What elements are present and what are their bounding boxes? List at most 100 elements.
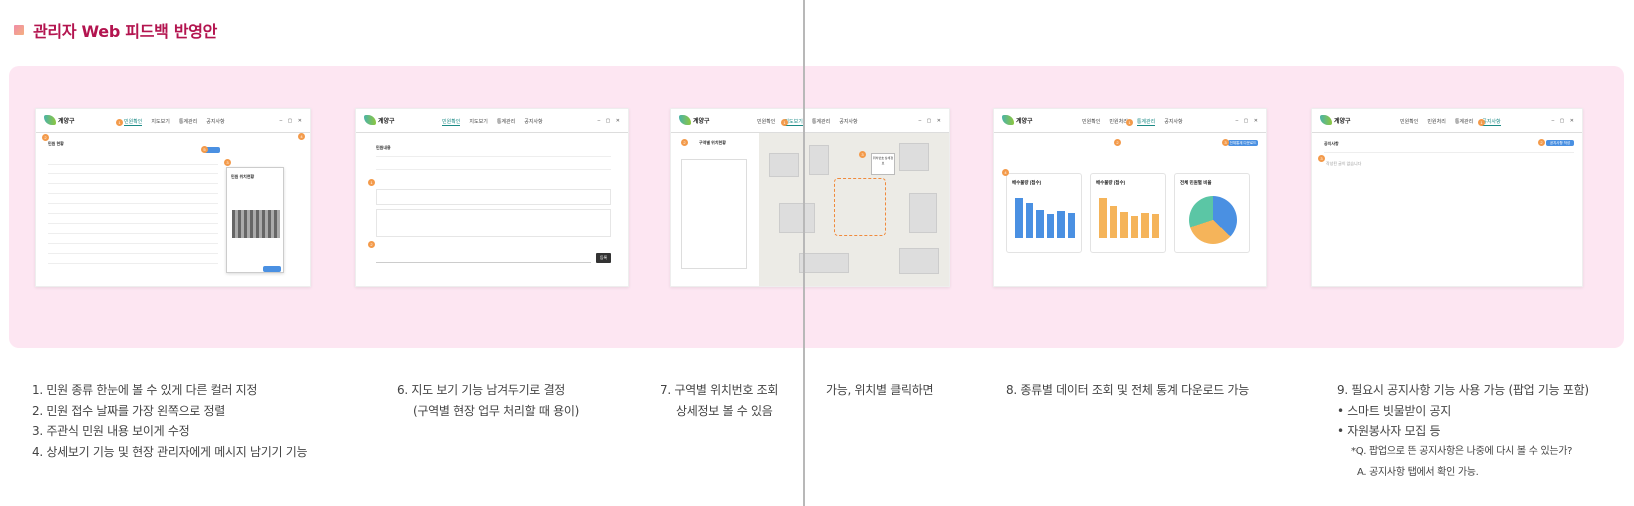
notes-col-3: 7. 구역별 위치번호 조회 상세정보 볼 수 있음 [660, 380, 778, 421]
tab-map[interactable]: 지도보기 [151, 118, 169, 126]
notes-col-3b: 가능, 위치별 클릭하면 [826, 380, 934, 401]
logo-text: 계양구 [378, 118, 395, 125]
bar [1130, 215, 1138, 238]
tab-notice[interactable]: 공지사항 [524, 118, 542, 126]
badge-5: 5 [201, 146, 208, 153]
logo-mark-icon [364, 115, 376, 125]
notes-col-5-qa: *Q. 팝업으로 뜬 공지사항은 나중에 다시 볼 수 있는가? A. 공지사항… [1351, 442, 1572, 483]
bar [1036, 210, 1044, 238]
note-line: 9. 필요시 공지사항 기능 사용 가능 (팝업 기능 포함) [1337, 383, 1589, 397]
bar [1109, 206, 1117, 238]
location-callout: 위치번호 상세정보 [871, 153, 895, 175]
logo: 계양구 [364, 115, 395, 125]
site-photo [232, 210, 280, 238]
badge-2: 2 [1114, 139, 1121, 146]
note-line: 상세정보 볼 수 있음 [676, 403, 773, 418]
screen-notice: 계양구 민원확인 민원처리 통계관리 공지사항 – ▢ ✕ 1 공지사항 2 공… [1311, 108, 1583, 287]
tab-notice[interactable]: 공지사항 [1164, 118, 1182, 126]
logo: 계양구 [679, 115, 710, 125]
note-line: (구역별 현장 업무 처리할 때 용이) [413, 403, 579, 418]
badge-4: 4 [298, 133, 305, 140]
window-controls[interactable]: – ▢ ✕ [1552, 118, 1576, 124]
logo-text: 계양구 [693, 118, 710, 125]
message-input[interactable] [376, 255, 591, 263]
badge-3: 3 [1222, 139, 1229, 146]
bar-chart-2 [1099, 198, 1159, 238]
chart-card-3: 전체 민원별 비율 [1174, 173, 1250, 253]
list-title: 구역별 위치현황 [699, 140, 726, 145]
nav: 민원확인 지도보기 통계관리 공지사항 [124, 118, 225, 126]
badge-4: 4 [1002, 169, 1009, 176]
bar [1046, 214, 1054, 238]
screen-complaint-list: 계양구 민원확인 지도보기 통계관리 공지사항 – ▢ ✕ 1 2 3 4 5 … [35, 108, 311, 287]
tab-complaints[interactable]: 민원확인 [124, 118, 143, 126]
tab-stats[interactable]: 통계관리 [179, 118, 197, 126]
note-line: 1. 민원 종류 한눈에 볼 수 있게 다른 컬러 지정 [32, 383, 258, 397]
map-view[interactable]: 위치번호 상세정보 3 [759, 133, 949, 286]
bar [1120, 212, 1128, 238]
tab-map[interactable]: 지도보기 [469, 118, 487, 126]
window-controls[interactable]: – ▢ ✕ [598, 118, 622, 124]
badge-2: 2 [1538, 139, 1545, 146]
nav: 민원확인 지도보기 통계관리 공지사항 [442, 118, 543, 126]
badge-3: 3 [859, 151, 866, 158]
tab-complaints[interactable]: 민원확인 [442, 118, 461, 126]
write-notice-button[interactable]: 공지사항 작성 [1546, 140, 1574, 146]
logo: 계양구 [1002, 115, 1033, 125]
bar [1099, 198, 1107, 238]
card-title: 전체 민원별 비율 [1180, 180, 1212, 185]
topbar: 계양구 민원확인 민원처리 통계관리 공지사항 – ▢ ✕ [1312, 109, 1582, 133]
topbar: 계양구 민원확인 지도보기 통계관리 공지사항 – ▢ ✕ [671, 109, 949, 133]
notes-col-5: 9. 필요시 공지사항 기능 사용 가능 (팝업 기능 포함) • 스마트 빗물… [1337, 380, 1589, 442]
logo-text: 계양구 [58, 118, 75, 125]
tab-complaints[interactable]: 민원확인 [757, 118, 775, 126]
chart-card-1: 배수불량 (접수) [1006, 173, 1082, 253]
tab-process[interactable]: 민원처리 [1427, 118, 1445, 126]
note-line: 4. 상세보기 기능 및 현장 관리자에게 메시지 남기기 기능 [32, 444, 308, 459]
popup-title: 민원 위치현황 [231, 174, 255, 179]
content-textarea[interactable] [376, 209, 611, 237]
note-line: 7. 구역별 위치번호 조회 [660, 383, 779, 397]
tab-stats[interactable]: 통계관리 [812, 118, 830, 126]
send-message-button[interactable] [263, 266, 281, 272]
note-line: 3. 주관식 민원 내용 보이게 수정 [32, 424, 190, 438]
badge-2: 2 [681, 139, 688, 146]
note-line: 2. 민원 접수 날짜를 가장 왼쪽으로 정렬 [32, 403, 226, 418]
note-line: 가능, 위치별 클릭하면 [826, 383, 934, 397]
save-button[interactable]: 등록 [596, 253, 611, 263]
bar [1025, 203, 1033, 238]
badge-3: 3 [224, 159, 231, 166]
bar [1151, 214, 1159, 238]
logo-mark-icon [679, 115, 691, 125]
bar [1141, 213, 1149, 238]
logo: 계양구 [44, 115, 75, 125]
window-controls[interactable]: – ▢ ✕ [919, 118, 943, 124]
badge-2: 2 [368, 241, 375, 248]
badge-2: 2 [42, 134, 49, 141]
tab-stats[interactable]: 통계관리 [497, 118, 515, 126]
notes-col-4: 8. 종류별 데이터 조회 및 전체 통계 다운로드 가능 [1006, 380, 1249, 401]
pie-chart [1189, 196, 1237, 244]
selected-zone[interactable] [834, 178, 886, 236]
tab-complaints[interactable]: 민원확인 [1400, 118, 1418, 126]
logo-mark-icon [1002, 115, 1014, 125]
download-button[interactable]: 전체통계 다운로드 [1228, 140, 1258, 146]
tab-complaints[interactable]: 민원확인 [1082, 118, 1100, 126]
tab-stats[interactable]: 통계관리 [1455, 118, 1473, 126]
tab-notice[interactable]: 공지사항 [839, 118, 857, 126]
screen-statistics: 계양구 민원확인 민원처리 통계관리 공지사항 – ▢ ✕ 1 2 3 전체통계… [993, 108, 1267, 287]
info-table [376, 189, 611, 205]
logo: 계양구 [1320, 115, 1351, 125]
screen-map: 계양구 민원확인 지도보기 통계관리 공지사항 – ▢ ✕ 1 2 구역별 위치… [670, 108, 950, 287]
chart-card-2: 배수불량 (접수) [1090, 173, 1166, 253]
note-line: • 자원봉사자 모집 등 [1337, 424, 1441, 438]
logo-mark-icon [1320, 115, 1332, 125]
window-controls[interactable]: – ▢ ✕ [1236, 118, 1260, 124]
divider-line [803, 0, 805, 506]
tab-notice[interactable]: 공지사항 [206, 118, 224, 126]
section-title: 공지사항 [1324, 141, 1339, 146]
location-list[interactable] [681, 159, 747, 269]
topbar: 계양구 민원확인 지도보기 통계관리 공지사항 – ▢ ✕ [356, 109, 628, 133]
tab-stats[interactable]: 통계관리 [1136, 118, 1156, 126]
window-controls[interactable]: – ▢ ✕ [280, 118, 304, 124]
